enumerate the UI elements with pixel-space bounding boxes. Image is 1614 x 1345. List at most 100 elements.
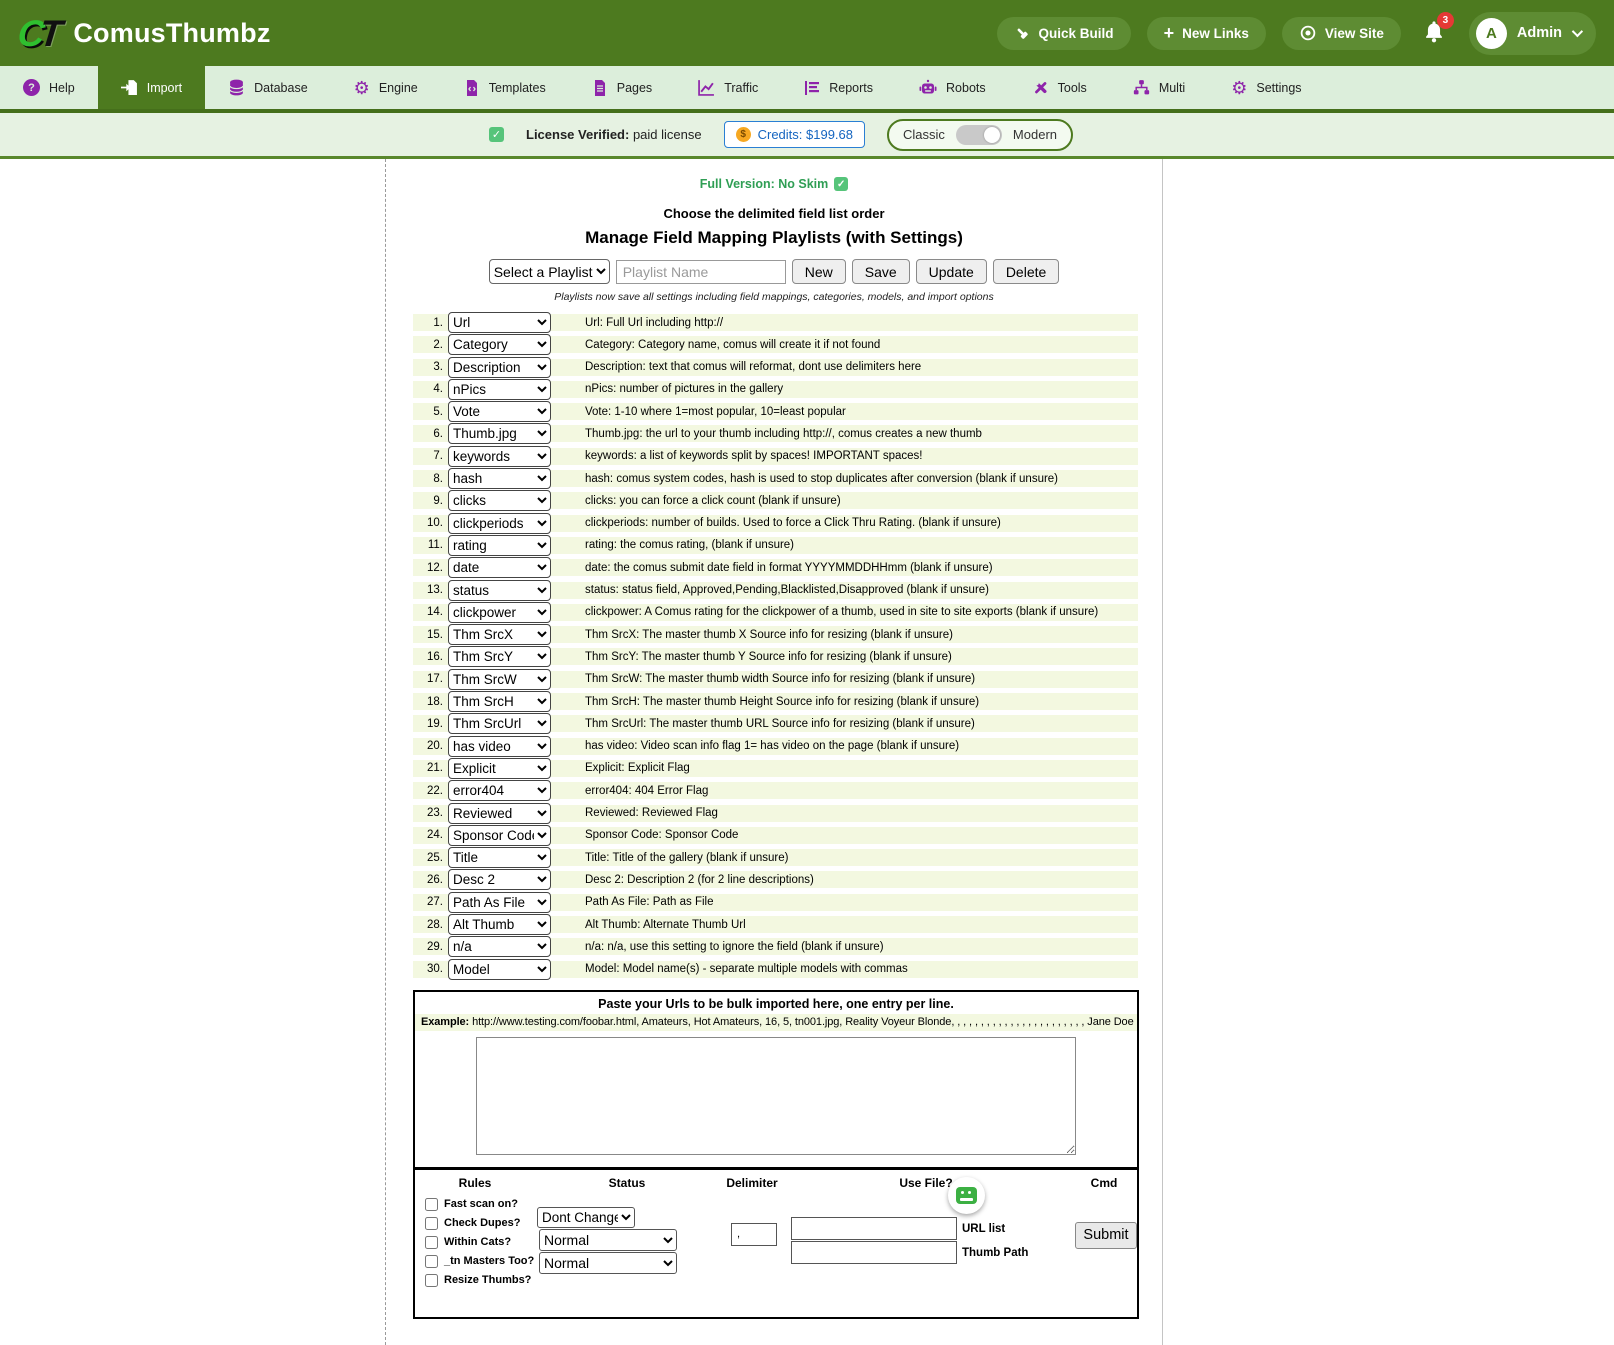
field-mapping-row: 20. has video has video: Video scan info… <box>413 738 1138 755</box>
update-button[interactable]: Update <box>916 259 987 284</box>
field-select[interactable]: Reviewed <box>448 803 551 824</box>
tab-tools[interactable]: Tools <box>1009 66 1110 109</box>
field-select[interactable]: Alt Thumb <box>448 914 551 935</box>
view-site-button[interactable]: View Site <box>1282 17 1401 50</box>
quick-build-button[interactable]: Quick Build <box>997 17 1131 50</box>
tab-engine[interactable]: ⚙ Engine <box>331 66 441 109</box>
tab-database[interactable]: Database <box>205 66 331 109</box>
save-button[interactable]: Save <box>852 259 910 284</box>
field-mapping-row: 12. date date: the comus submit date fie… <box>413 559 1138 576</box>
eye-icon <box>1299 24 1317 42</box>
field-select[interactable]: clickpower <box>448 602 551 623</box>
field-mapping-row: 1. Url Url: Full Url including http:// <box>413 314 1138 331</box>
field-select[interactable]: Path As File <box>448 892 551 913</box>
field-select[interactable]: keywords <box>448 446 551 467</box>
url-list-input[interactable] <box>791 1217 957 1240</box>
engine-icon: ⚙ <box>354 79 370 97</box>
field-select[interactable]: Thm SrcW <box>448 669 551 690</box>
field-mapping-row: 8. hash hash: comus system codes, hash i… <box>413 470 1138 487</box>
row-number: 24. <box>413 829 443 841</box>
status-change-select[interactable]: Dont Change <box>537 1207 635 1228</box>
field-mapping-row: 4. nPics nPics: number of pictures in th… <box>413 381 1138 398</box>
field-mapping-row: 14. clickpower clickpower: A Comus ratin… <box>413 604 1138 621</box>
templates-icon <box>464 80 480 96</box>
field-select[interactable]: Thumb.jpg <box>448 423 551 444</box>
status-normal-select-2[interactable]: Normal <box>539 1252 677 1274</box>
field-select[interactable]: Thm SrcUrl <box>448 713 551 734</box>
rule-checkbox[interactable] <box>425 1274 438 1287</box>
field-select[interactable]: Sponsor Code <box>448 825 551 846</box>
field-select[interactable]: Thm SrcX <box>448 624 551 645</box>
user-menu[interactable]: A Admin <box>1469 12 1596 55</box>
field-select[interactable]: status <box>448 580 551 601</box>
field-select[interactable]: Category <box>448 334 551 355</box>
row-number: 5. <box>413 406 443 418</box>
row-number: 28. <box>413 919 443 931</box>
cmd-header: Cmd <box>1091 1176 1118 1190</box>
notifications-button[interactable]: 3 <box>1421 19 1449 47</box>
field-select[interactable]: error404 <box>448 780 551 801</box>
delimiter-input[interactable] <box>731 1223 777 1246</box>
field-select[interactable]: Url <box>448 312 551 333</box>
tab-robots[interactable]: Robots <box>896 66 1009 109</box>
rule-checkbox[interactable] <box>425 1198 438 1211</box>
field-mapping-row: 15. Thm SrcX Thm SrcX: The master thumb … <box>413 626 1138 643</box>
license-verified-value: paid license <box>633 127 702 142</box>
rule-label: Resize Thumbs? <box>444 1274 531 1286</box>
delete-button[interactable]: Delete <box>993 259 1059 284</box>
example-text: http://www.testing.com/foobar.html, Amat… <box>472 1016 1134 1028</box>
theme-toggle-switch[interactable] <box>956 125 1002 145</box>
theme-classic-label[interactable]: Classic <box>903 127 945 142</box>
logo-letter-t: T <box>38 13 60 54</box>
tab-pages[interactable]: Pages <box>569 66 675 109</box>
bulk-import-title: Paste your Urls to be bulk imported here… <box>415 992 1137 1014</box>
field-mapping-row: 7. keywords keywords: a list of keywords… <box>413 448 1138 465</box>
tab-traffic[interactable]: Traffic <box>675 66 781 109</box>
main-content: Full Version: No Skim ✓ Choose the delim… <box>385 159 1163 1345</box>
tab-label: Tools <box>1058 81 1087 95</box>
tab-multi[interactable]: Multi <box>1110 66 1208 109</box>
tab-label: Reports <box>829 81 873 95</box>
thumb-path-input[interactable] <box>791 1241 957 1264</box>
rule-checkbox[interactable] <box>425 1236 438 1249</box>
tab-import[interactable]: Import <box>98 66 205 109</box>
field-select[interactable]: Description <box>448 357 551 378</box>
status-normal-select-1[interactable]: Normal <box>539 1229 677 1251</box>
license-check-icon: ✓ <box>489 127 504 142</box>
field-select[interactable]: clickperiods <box>448 513 551 534</box>
field-select[interactable]: rating <box>448 535 551 556</box>
field-select[interactable]: Model <box>448 959 551 980</box>
field-select[interactable]: has video <box>448 736 551 757</box>
field-select[interactable]: Vote <box>448 401 551 422</box>
theme-modern-label[interactable]: Modern <box>1013 127 1057 142</box>
field-description: Reviewed: Reviewed Flag <box>585 807 718 819</box>
field-select[interactable]: Title <box>448 847 551 868</box>
field-select[interactable]: clicks <box>448 490 551 511</box>
chat-helper-bubble[interactable] <box>948 1177 985 1214</box>
field-select[interactable]: date <box>448 557 551 578</box>
tab-settings[interactable]: ⚙ Settings <box>1208 66 1324 109</box>
row-number: 7. <box>413 450 443 462</box>
tab-reports[interactable]: Reports <box>781 66 896 109</box>
bulk-import-textarea[interactable] <box>476 1037 1076 1155</box>
tab-templates[interactable]: Templates <box>441 66 569 109</box>
new-links-button[interactable]: + New Links <box>1147 17 1266 50</box>
rule-label: _tn Masters Too? <box>444 1255 534 1267</box>
new-button[interactable]: New <box>792 259 846 284</box>
playlist-select[interactable]: Select a Playlist <box>489 259 610 284</box>
tab-help[interactable]: ? Help <box>0 66 98 109</box>
rule-checkbox[interactable] <box>425 1255 438 1268</box>
field-select[interactable]: Thm SrcY <box>448 646 551 667</box>
submit-button[interactable]: Submit <box>1075 1222 1137 1249</box>
field-select[interactable]: nPics <box>448 379 551 400</box>
credits-button[interactable]: $ Credits: $199.68 <box>724 121 865 148</box>
rule-checkbox[interactable] <box>425 1217 438 1230</box>
field-select[interactable]: Explicit <box>448 758 551 779</box>
playlist-name-input[interactable] <box>616 260 786 284</box>
database-icon <box>228 79 245 96</box>
field-select[interactable]: Thm SrcH <box>448 691 551 712</box>
field-select[interactable]: n/a <box>448 936 551 957</box>
field-select[interactable]: hash <box>448 468 551 489</box>
field-select[interactable]: Desc 2 <box>448 869 551 890</box>
field-mapping-row: 29. n/a n/a: n/a, use this setting to ig… <box>413 938 1138 955</box>
